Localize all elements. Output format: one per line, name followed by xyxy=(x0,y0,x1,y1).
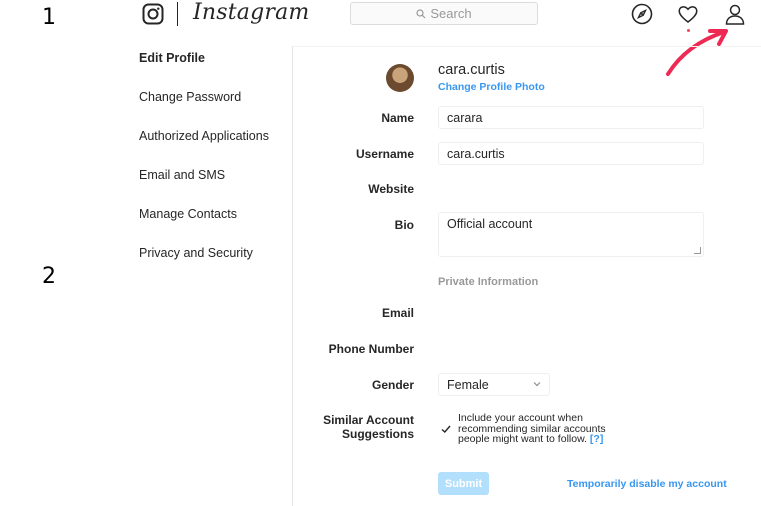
profile-username: cara.curtis xyxy=(438,62,505,78)
heart-icon[interactable] xyxy=(677,3,699,25)
name-label: Name xyxy=(381,111,414,125)
phone-label: Phone Number xyxy=(328,342,414,356)
gender-label: Gender xyxy=(371,378,414,392)
gender-value: Female xyxy=(447,378,489,392)
search-placeholder: Search xyxy=(430,6,472,21)
similar-suggestions-text: Include your account when recommending s… xyxy=(458,412,606,445)
sidebar-item-authorized-applications[interactable]: Authorized Applications xyxy=(139,129,269,143)
sidebar-item-edit-profile[interactable]: Edit Profile xyxy=(139,51,205,65)
step-number-2: 2 xyxy=(42,264,56,289)
sidebar-item-privacy-security[interactable]: Privacy and Security xyxy=(139,246,253,260)
profile-person-icon[interactable] xyxy=(724,3,746,25)
similar-account-label-line2: Suggestions xyxy=(341,427,414,441)
sidebar-item-email-sms[interactable]: Email and SMS xyxy=(139,168,225,182)
logo-divider xyxy=(177,2,178,26)
similar-account-label-line1: Similar Account xyxy=(323,413,414,427)
search-icon xyxy=(416,8,426,18)
instagram-wordmark[interactable]: Instagram xyxy=(193,0,309,25)
username-field[interactable]: cara.curtis xyxy=(438,142,704,165)
username-label: Username xyxy=(355,147,414,161)
bio-field[interactable]: Official account xyxy=(438,212,704,257)
email-label: Email xyxy=(381,306,414,320)
instagram-glyph-icon[interactable] xyxy=(142,3,164,25)
top-navigation-bar: Instagram Search xyxy=(0,0,761,76)
resize-grip-icon[interactable] xyxy=(694,247,701,254)
content-top-divider xyxy=(293,46,761,47)
website-label: Website xyxy=(368,182,414,196)
submit-button[interactable]: Submit xyxy=(438,472,489,495)
change-profile-photo-link[interactable]: Change Profile Photo xyxy=(438,81,545,93)
annotation-arrow-icon xyxy=(666,29,728,76)
sidebar-item-manage-contacts[interactable]: Manage Contacts xyxy=(139,207,237,221)
name-field[interactable]: carara xyxy=(438,106,704,129)
similar-suggestions-description: Include your account when recommending s… xyxy=(458,413,638,445)
temporarily-disable-account-link[interactable]: Temporarily disable my account xyxy=(567,478,727,490)
chevron-down-icon xyxy=(533,382,541,387)
search-input[interactable]: Search xyxy=(350,2,538,25)
bio-label: Bio xyxy=(394,218,414,232)
explore-compass-icon[interactable] xyxy=(631,3,653,25)
help-link[interactable]: [?] xyxy=(590,433,603,445)
sidebar-item-change-password[interactable]: Change Password xyxy=(139,90,241,104)
avatar[interactable] xyxy=(386,64,414,92)
similar-suggestions-checkbox[interactable] xyxy=(440,423,452,435)
private-information-heading: Private Information xyxy=(438,276,539,288)
bio-value: Official account xyxy=(447,217,533,231)
gender-select[interactable]: Female xyxy=(438,373,550,396)
